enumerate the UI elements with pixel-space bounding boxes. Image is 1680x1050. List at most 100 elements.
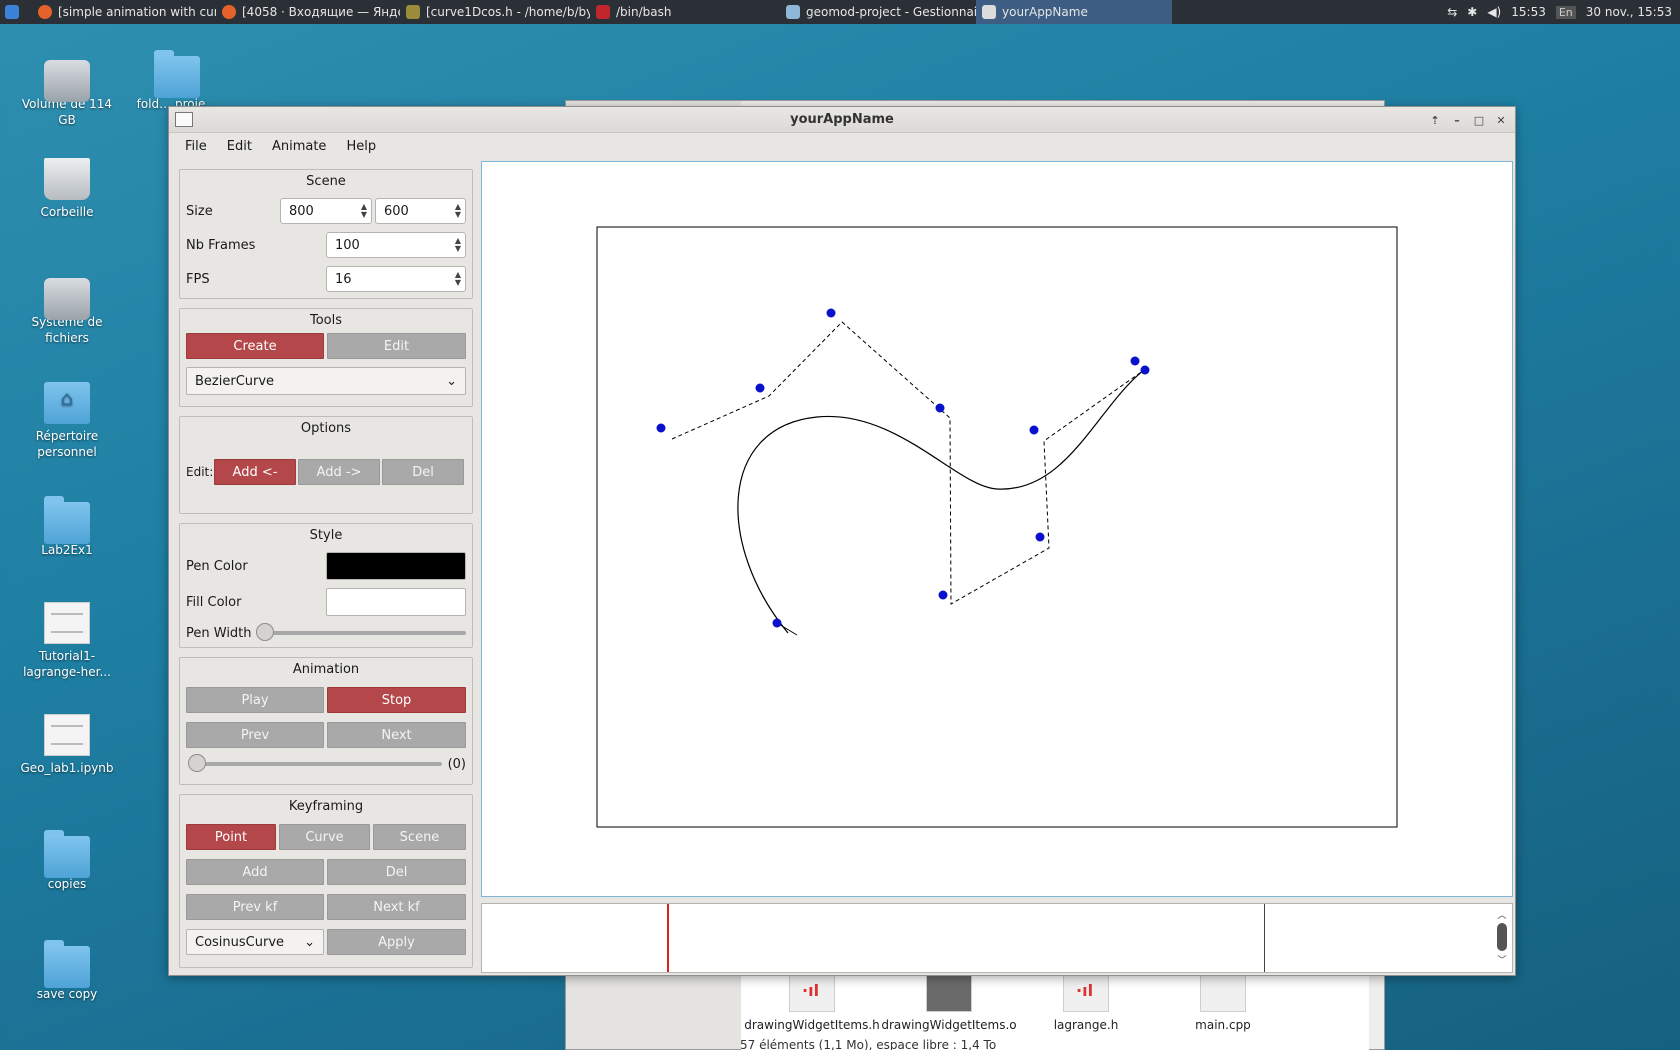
desktop-icon-folder-project[interactable]: fold… proje… bbox=[127, 50, 227, 112]
next-keyframe-button[interactable]: Next kf bbox=[327, 894, 466, 920]
menu-edit[interactable]: Edit bbox=[217, 139, 262, 154]
menu-help[interactable]: Help bbox=[336, 139, 386, 154]
task-label: [simple animation with curve... bbox=[58, 5, 216, 19]
keyframe-curve-button[interactable]: Curve bbox=[279, 824, 370, 850]
close-icon[interactable]: ✕ bbox=[1491, 111, 1511, 129]
task-firefox-1[interactable]: [simple animation with curve... bbox=[32, 0, 216, 24]
edit-tool-button[interactable]: Edit bbox=[327, 333, 466, 359]
delete-point-button[interactable]: Del bbox=[382, 459, 464, 485]
date-clock[interactable]: 30 nov., 15:53 bbox=[1586, 5, 1672, 19]
control-point-5[interactable] bbox=[1130, 356, 1140, 366]
network-icon[interactable]: ⇆ bbox=[1447, 5, 1457, 19]
delete-keyframe-button[interactable]: Del bbox=[327, 859, 466, 885]
scene-width-spinbox[interactable]: 800 ▲ ▼ bbox=[280, 198, 372, 224]
desktop-icon-trash[interactable]: Corbeille bbox=[17, 158, 117, 220]
spin-arrows-icon[interactable]: ▲ ▼ bbox=[455, 237, 461, 253]
maximize-icon[interactable]: □ bbox=[1469, 111, 1489, 129]
control-point-1[interactable] bbox=[755, 383, 765, 393]
timeline-scrollbar[interactable]: ︿ ﹀ bbox=[1496, 908, 1508, 968]
control-point-7[interactable] bbox=[1035, 532, 1045, 542]
task-app[interactable]: yourAppName bbox=[976, 0, 1172, 24]
bluetooth-icon[interactable]: ✱ bbox=[1467, 5, 1477, 19]
spin-arrows-icon[interactable]: ▲ ▼ bbox=[455, 203, 461, 219]
frame-slider-handle[interactable] bbox=[188, 754, 206, 772]
fps-value: 16 bbox=[335, 271, 352, 287]
menu-file[interactable]: File bbox=[175, 139, 217, 154]
prev-frame-button[interactable]: Prev bbox=[186, 722, 324, 748]
scene-height-spinbox[interactable]: 600 ▲ ▼ bbox=[375, 198, 466, 224]
fill-color-swatch[interactable] bbox=[326, 588, 466, 616]
control-point-2[interactable] bbox=[826, 308, 836, 318]
keyboard-layout[interactable]: En bbox=[1555, 5, 1576, 19]
desktop-icon-filesystem[interactable]: Système de fichiers bbox=[17, 268, 117, 346]
file-item[interactable]: main.cpp bbox=[1153, 972, 1293, 1032]
spin-arrows-icon[interactable]: ▲ ▼ bbox=[361, 203, 367, 219]
menu-bar: File Edit Animate Help bbox=[169, 133, 1515, 159]
fps-spinbox[interactable]: 16 ▲ ▼ bbox=[326, 266, 466, 292]
create-tool-button[interactable]: Create bbox=[186, 333, 324, 359]
desktop-icon-home[interactable]: Répertoire personnel bbox=[17, 382, 117, 460]
file-item[interactable]: drawingWidgetItems.o bbox=[879, 972, 1019, 1032]
source-file-icon bbox=[1200, 972, 1246, 1012]
task-filemanager[interactable]: geomod-project - Gestionnai... bbox=[780, 0, 976, 24]
keep-above-icon[interactable]: ⇡ bbox=[1425, 111, 1445, 129]
scroll-thumb[interactable] bbox=[1497, 923, 1507, 951]
control-point-4[interactable] bbox=[1029, 425, 1039, 435]
control-point-0[interactable] bbox=[656, 423, 666, 433]
start-menu-button[interactable] bbox=[0, 0, 24, 24]
timeline[interactable]: ︿ ﹀ bbox=[481, 903, 1513, 973]
desktop-icon-volume[interactable]: Volume de 114 GB bbox=[17, 50, 117, 128]
minimize-icon[interactable]: – bbox=[1447, 111, 1467, 129]
frames-spinbox[interactable]: 100 ▲ ▼ bbox=[326, 232, 466, 258]
stop-button[interactable]: Stop bbox=[327, 687, 466, 713]
pen-width-slider-handle[interactable] bbox=[256, 623, 274, 641]
animation-group: Animation Play Stop Prev Next (0) bbox=[179, 657, 473, 785]
drawing-surface[interactable] bbox=[482, 162, 1512, 896]
task-editor[interactable]: [curve1Dcos.h - /home/b/bys... bbox=[400, 0, 590, 24]
add-keyframe-button[interactable]: Add bbox=[186, 859, 324, 885]
add-before-button[interactable]: Add <- bbox=[214, 459, 296, 485]
window-titlebar[interactable]: yourAppName ⇡ – □ ✕ bbox=[169, 107, 1515, 133]
control-point-3[interactable] bbox=[935, 403, 945, 413]
desktop-icon-geo-lab1[interactable]: Geo_lab1.ipynb bbox=[17, 714, 117, 776]
frame-slider[interactable] bbox=[188, 754, 442, 772]
volume-icon[interactable]: ◀) bbox=[1487, 5, 1501, 19]
spin-arrows-icon[interactable]: ▲ ▼ bbox=[455, 271, 461, 287]
desktop-icon-copies[interactable]: copies bbox=[17, 830, 117, 892]
control-point-8[interactable] bbox=[938, 590, 948, 600]
apply-button[interactable]: Apply bbox=[327, 929, 466, 955]
window-menu-icon[interactable] bbox=[175, 112, 193, 127]
control-point-9[interactable] bbox=[772, 618, 782, 628]
desktop-icon-tutorial[interactable]: Tutorial1-lagrange-her... bbox=[17, 602, 117, 680]
pen-width-slider[interactable] bbox=[256, 623, 466, 641]
options-group: Options Edit: Add <- Add -> Del bbox=[179, 416, 473, 514]
interpolation-curve-value: CosinusCurve bbox=[195, 934, 285, 950]
firefox-icon bbox=[38, 5, 52, 19]
keyframe-point-button[interactable]: Point bbox=[186, 824, 276, 850]
shape-type-select[interactable]: BezierCurve ⌄ bbox=[186, 367, 466, 395]
file-item[interactable]: lagrange.h bbox=[1016, 972, 1156, 1032]
control-point-6[interactable] bbox=[1140, 365, 1150, 375]
chevron-down-icon: ⌄ bbox=[446, 373, 457, 389]
interpolation-curve-select[interactable]: CosinusCurve ⌄ bbox=[186, 929, 324, 955]
scroll-down-icon[interactable]: ﹀ bbox=[1496, 953, 1508, 966]
desktop-icon-save-copy[interactable]: save copy bbox=[17, 940, 117, 1002]
desktop-icon-lab2ex1[interactable]: Lab2Ex1 bbox=[17, 496, 117, 558]
drawing-canvas[interactable] bbox=[481, 161, 1513, 897]
add-after-button[interactable]: Add -> bbox=[298, 459, 380, 485]
clock[interactable]: 15:53 bbox=[1511, 5, 1546, 19]
tools-title: Tools bbox=[309, 313, 343, 328]
file-item[interactable]: drawingWidgetItems.h bbox=[742, 972, 882, 1032]
fill-color-label: Fill Color bbox=[186, 594, 242, 610]
keyframe-scene-button[interactable]: Scene bbox=[373, 824, 466, 850]
task-terminal[interactable]: /bin/bash bbox=[590, 0, 780, 24]
play-button[interactable]: Play bbox=[186, 687, 324, 713]
editor-icon bbox=[406, 5, 420, 19]
menu-animate[interactable]: Animate bbox=[262, 139, 336, 154]
prev-keyframe-button[interactable]: Prev kf bbox=[186, 894, 324, 920]
scroll-up-icon[interactable]: ︿ bbox=[1496, 908, 1508, 921]
next-frame-button[interactable]: Next bbox=[327, 722, 466, 748]
app-window: yourAppName ⇡ – □ ✕ File Edit Animate He… bbox=[168, 106, 1516, 976]
pen-color-swatch[interactable] bbox=[326, 552, 466, 580]
task-firefox-2[interactable]: [4058 · Входящие — Яндек... bbox=[216, 0, 400, 24]
